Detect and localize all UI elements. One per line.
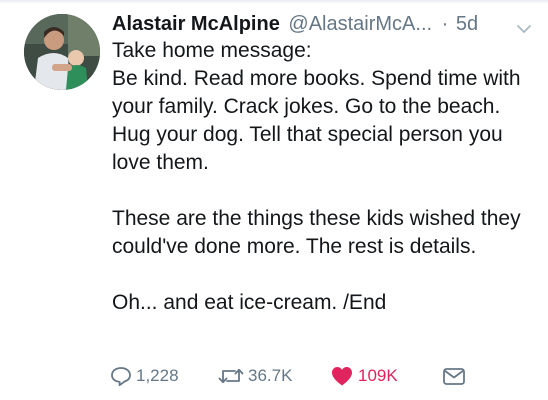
heart-icon xyxy=(332,367,352,386)
tweet-actions: 1,228 36.7K 109K xyxy=(110,362,540,390)
separator-dot: · xyxy=(441,13,449,35)
envelope-icon xyxy=(443,368,465,385)
avatar[interactable] xyxy=(24,14,100,90)
direct-message-button[interactable] xyxy=(442,362,466,390)
tweet-timestamp[interactable]: 5d xyxy=(456,13,478,35)
author-name[interactable]: Alastair McAlpine xyxy=(112,13,280,35)
reply-icon xyxy=(111,367,131,387)
retweet-icon xyxy=(218,368,244,384)
author-handle[interactable]: @AlastairMcA... xyxy=(288,13,432,35)
avatar-photo xyxy=(24,14,100,90)
tweet-text-line: Be kind. Read more books. Spend time wit… xyxy=(112,67,521,174)
like-count: 109K xyxy=(358,366,398,385)
reply-button[interactable]: 1,228 xyxy=(110,362,179,390)
retweet-button[interactable]: 36.7K xyxy=(218,362,292,390)
tweet-text-line: Oh... and eat ice-cream. /End xyxy=(112,291,387,314)
chevron-down-icon[interactable] xyxy=(516,16,532,33)
tweet-text-line: These are the things these kids wished t… xyxy=(112,207,521,258)
tweet-text-line: Take home message: xyxy=(112,39,312,62)
like-button[interactable]: 109K xyxy=(330,362,398,390)
tweet-text: Take home message: Be kind. Read more bo… xyxy=(112,37,536,317)
tweet-header: Alastair McAlpine @AlastairMcA... · 5d xyxy=(112,9,538,39)
reply-count: 1,228 xyxy=(136,366,179,385)
retweet-count: 36.7K xyxy=(248,366,293,385)
top-divider xyxy=(0,0,548,4)
